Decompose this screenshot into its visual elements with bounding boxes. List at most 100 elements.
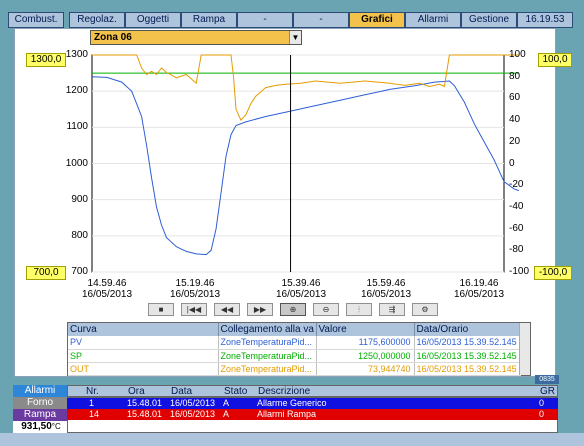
counter-badge: 0835	[535, 375, 559, 384]
y-right-tick: 20	[509, 135, 521, 147]
temperature-readout: 931,50°C	[13, 421, 69, 433]
alarm-nr: 1	[89, 398, 95, 408]
allarmi-button[interactable]: Allarmi	[13, 385, 67, 397]
rewind-icon[interactable]: ◀◀	[214, 303, 240, 316]
curve-row[interactable]: SP ZoneTemperaturaPid... 1250,000000 16/05/…	[68, 349, 521, 363]
tab-gestione[interactable]: Gestione	[461, 12, 517, 28]
x-tick-date: 16/05/2013	[275, 289, 327, 300]
tab-oggetti[interactable]: Oggetti	[125, 12, 181, 28]
y-right-tick: -20	[509, 179, 524, 191]
y-right-tick: -60	[509, 222, 524, 234]
zoom-out-icon[interactable]: ⊖	[313, 303, 339, 316]
zoom-in-icon[interactable]: ⊕	[280, 303, 306, 316]
x-tick-time: 15.19.46	[175, 278, 215, 289]
first-icon[interactable]: |◀◀	[181, 303, 207, 316]
alarm-list-header: Nr. Ora Data Stato Descrizione GR	[67, 385, 558, 397]
bottom-bar	[0, 433, 584, 446]
curve-row[interactable]: PV ZoneTemperaturaPid... 1175,600000 16/05/…	[68, 336, 521, 350]
x-tick-time: 15.59.46	[366, 278, 406, 289]
curve-datetime: 16/05/2013 15.39.52.145	[414, 349, 521, 363]
curve-table-scrollbar[interactable]	[519, 323, 530, 375]
curve-datetime: 16/05/2013 15.39.52.145	[414, 336, 521, 350]
alarm-col-gr[interactable]: GR	[540, 386, 555, 397]
alarm-descr: Allarmi Rampa	[257, 409, 317, 419]
y-left-tick: 1300	[65, 49, 88, 60]
y-left-tick: 1200	[65, 85, 88, 97]
alarm-data: 16/05/2013	[170, 409, 216, 419]
alarm-stato: A	[223, 398, 230, 408]
y-right-tick: 0	[509, 157, 515, 169]
forno-indicator[interactable]: Forno	[13, 397, 67, 409]
alarm-row[interactable]: 14 15.48.01 16/05/2013 A Allarmi Rampa 0	[67, 409, 558, 420]
col-collegamento[interactable]: Collegamento alla va	[218, 323, 317, 336]
alarm-row[interactable]: 1 15.48.01 16/05/2013 A Allarme Generico 0	[67, 398, 558, 409]
right-scale-min[interactable]: -100,0	[534, 266, 572, 280]
alarm-data: 16/05/2013	[170, 398, 216, 408]
alarm-nr: 14	[89, 409, 100, 419]
alarm-col-ora[interactable]: Ora	[128, 386, 145, 397]
col-curva[interactable]: Curva	[68, 323, 219, 336]
tab-empty-1[interactable]: -	[237, 12, 293, 28]
zone-dropdown-value: Zona 06	[94, 32, 132, 43]
rampa-indicator[interactable]: Rampa	[13, 409, 67, 421]
curve-value: 1250,000000	[316, 349, 415, 363]
tab-empty-2[interactable]: -	[293, 12, 349, 28]
y-left-tick: 1000	[65, 157, 88, 169]
col-data-orario[interactable]: Data/Orario	[414, 323, 521, 336]
export-icon[interactable]: ⇶	[379, 303, 405, 316]
curve-name: PV	[68, 336, 219, 350]
y-left-tick: 1100	[66, 121, 88, 133]
curve-link: ZoneTemperaturaPid...	[218, 362, 317, 376]
clock: 16.19.53	[517, 12, 573, 28]
ruler-icon[interactable]: ⦙	[346, 303, 372, 316]
chevron-down-icon[interactable]: ▼	[289, 31, 301, 44]
y-right-tick: -80	[509, 244, 524, 256]
y-left-tick: 700	[71, 266, 88, 277]
tab-combust[interactable]: Combust.	[8, 12, 64, 28]
curve-link: ZoneTemperaturaPid...	[218, 336, 317, 350]
y-right-tick: 80	[509, 70, 521, 82]
y-right-tick: 40	[509, 114, 521, 126]
tab-grafici[interactable]: Grafici	[349, 12, 405, 28]
x-tick-label: 15.59.46 16/05/2013	[346, 278, 426, 300]
alarm-col-descrizione[interactable]: Descrizione	[258, 386, 310, 397]
x-tick-time: 16.19.46	[459, 278, 499, 289]
tab-rampa[interactable]: Rampa	[181, 12, 237, 28]
tab-allarmi[interactable]: Allarmi	[405, 12, 461, 28]
curve-name: OUT	[68, 362, 219, 376]
x-tick-date: 16/05/2013	[453, 289, 505, 300]
y-left-tick: 900	[71, 193, 88, 205]
curve-row[interactable]: OUT ZoneTemperaturaPid... 73,944740 16/05/2…	[68, 362, 521, 376]
col-valore[interactable]: Valore	[316, 323, 415, 336]
y-right-tick: -40	[509, 200, 524, 212]
alarm-col-stato[interactable]: Stato	[224, 386, 247, 397]
temperature-value: 931,50	[21, 421, 52, 432]
alarm-gr: 0	[539, 409, 545, 419]
alarm-ora: 15.48.01	[127, 409, 163, 419]
curve-value: 73,944740	[316, 362, 415, 376]
y-right-tick: -100	[509, 266, 530, 277]
x-tick-label: 15.19.46 16/05/2013	[155, 278, 235, 300]
x-tick-label: 15.39.46 16/05/2013	[261, 278, 341, 300]
forward-icon[interactable]: ▶▶	[247, 303, 273, 316]
settings-icon[interactable]: ⚙	[412, 303, 438, 316]
stop-icon[interactable]: ■	[148, 303, 174, 316]
right-scale-max[interactable]: 100,0	[538, 53, 572, 67]
y-right-tick: 100	[509, 49, 526, 60]
tab-regolaz[interactable]: Regolaz.	[69, 12, 125, 28]
curve-name: SP	[68, 349, 219, 363]
x-tick-date: 16/05/2013	[169, 289, 221, 300]
alarm-stato: A	[223, 409, 230, 419]
alarm-col-data[interactable]: Data	[171, 386, 192, 397]
curve-table: Curva Collegamento alla va Valore Data/O…	[67, 322, 531, 376]
zone-dropdown[interactable]: Zona 06 ▼	[90, 30, 302, 45]
curve-datetime: 16/05/2013 15.39.52.145	[414, 362, 521, 376]
x-tick-time: 14.59.46	[87, 278, 127, 289]
alarm-col-nr[interactable]: Nr.	[86, 386, 99, 397]
temperature-unit: °C	[51, 422, 61, 431]
x-tick-label: 14.59.46 16/05/2013	[67, 278, 147, 300]
x-tick-date: 16/05/2013	[360, 289, 412, 300]
alarm-descr: Allarme Generico	[257, 398, 327, 408]
curve-table-header: Curva Collegamento alla va Valore Data/O…	[68, 323, 521, 336]
y-left-tick: 800	[71, 229, 88, 241]
